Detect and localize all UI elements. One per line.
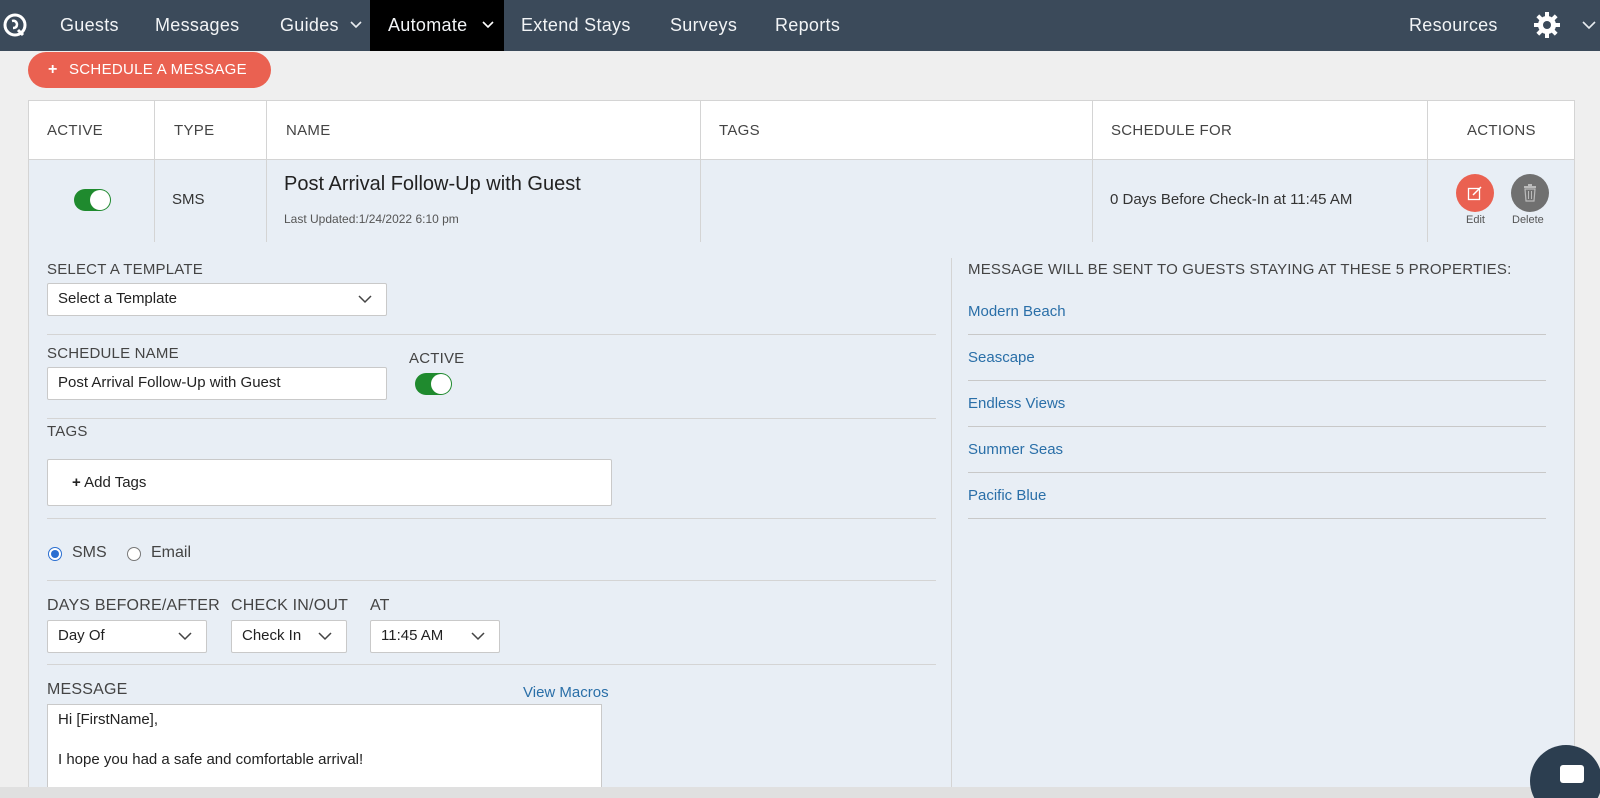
chevron-down-icon <box>482 21 494 29</box>
message-textarea[interactable]: Hi [FirstName], I hope you had a safe an… <box>47 704 602 794</box>
property-link[interactable]: Summer Seas <box>968 441 1063 458</box>
col-tags: TAGS <box>719 122 760 139</box>
template-label: SELECT A TEMPLATE <box>47 261 203 278</box>
gear-icon[interactable] <box>1533 11 1561 39</box>
logo-icon[interactable] <box>2 12 28 38</box>
message-line: Hi [FirstName], <box>58 711 159 728</box>
days-select[interactable]: Day Of <box>47 620 207 653</box>
check-label: CHECK IN/OUT <box>231 597 349 614</box>
add-tags-label: Add Tags <box>84 474 147 491</box>
schedule-name-value: Post Arrival Follow-Up with Guest <box>58 374 281 391</box>
view-macros-link[interactable]: View Macros <box>523 684 609 701</box>
table-row[interactable]: SMS Post Arrival Follow-Up with Guest La… <box>29 160 1574 242</box>
schedule-message-label: SCHEDULE A MESSAGE <box>69 61 247 78</box>
days-label: DAYS BEFORE/AFTER <box>47 597 220 614</box>
top-nav: Guests Messages Guides Automate Extend S… <box>0 0 1600 51</box>
table-header: ACTIVE TYPE NAME TAGS SCHEDULE FOR ACTIO… <box>29 101 1574 160</box>
at-select-value: 11:45 AM <box>381 627 444 644</box>
trash-icon <box>1524 184 1536 202</box>
plus-icon: + <box>72 474 81 491</box>
properties-heading: MESSAGE WILL BE SENT TO GUESTS STAYING A… <box>968 261 1512 278</box>
active-toggle[interactable] <box>74 189 111 211</box>
template-select[interactable]: Select a Template <box>47 283 387 316</box>
nav-automate-label: Automate <box>388 15 468 35</box>
days-select-value: Day Of <box>58 627 105 644</box>
nav-guides-label: Guides <box>280 15 339 35</box>
schedule-name-input[interactable]: Post Arrival Follow-Up with Guest <box>47 367 387 400</box>
email-radio-label[interactable]: Email <box>151 544 191 562</box>
nav-surveys[interactable]: Surveys <box>670 0 737 51</box>
chat-icon <box>1560 765 1584 783</box>
sms-radio-label[interactable]: SMS <box>72 544 107 562</box>
schedule-message-button[interactable]: + SCHEDULE A MESSAGE <box>28 52 271 88</box>
row-type: SMS <box>172 191 205 208</box>
chevron-down-icon[interactable] <box>1582 19 1596 31</box>
horizontal-scrollbar[interactable] <box>0 787 1600 798</box>
chevron-down-icon <box>318 632 332 641</box>
chevron-down-icon <box>350 21 362 29</box>
message-label: MESSAGE <box>47 681 128 698</box>
delete-button[interactable] <box>1511 174 1549 212</box>
chevron-down-icon <box>471 632 485 641</box>
nav-guides[interactable]: Guides <box>280 0 370 51</box>
schedule-table: ACTIVE TYPE NAME TAGS SCHEDULE FOR ACTIO… <box>28 100 1575 242</box>
plus-icon: + <box>48 61 58 78</box>
nav-messages[interactable]: Messages <box>155 0 239 51</box>
property-link[interactable]: Pacific Blue <box>968 487 1046 504</box>
add-tags-input[interactable]: + Add Tags <box>47 459 612 506</box>
edit-button[interactable] <box>1456 174 1494 212</box>
col-schedule-for: SCHEDULE FOR <box>1111 122 1233 139</box>
nav-automate[interactable]: Automate <box>370 0 504 51</box>
email-radio[interactable] <box>127 547 141 561</box>
schedule-name-label: SCHEDULE NAME <box>47 345 179 362</box>
nav-extend-stays[interactable]: Extend Stays <box>521 0 631 51</box>
nav-guests[interactable]: Guests <box>60 0 119 51</box>
check-select-value: Check In <box>242 627 302 644</box>
col-active: ACTIVE <box>47 122 103 139</box>
property-link[interactable]: Modern Beach <box>968 303 1066 320</box>
active-toggle[interactable] <box>415 373 452 395</box>
row-last-updated: Last Updated:1/24/2022 6:10 pm <box>284 212 459 226</box>
check-select[interactable]: Check In <box>231 620 347 653</box>
nav-resources[interactable]: Resources <box>1409 0 1498 51</box>
nav-reports[interactable]: Reports <box>775 0 840 51</box>
template-select-value: Select a Template <box>58 290 177 307</box>
delete-label: Delete <box>1512 214 1544 226</box>
edit-icon <box>1467 186 1482 201</box>
message-line: I hope you had a safe and comfortable ar… <box>58 751 364 768</box>
col-name: NAME <box>286 122 331 139</box>
sms-radio[interactable] <box>48 547 62 561</box>
chevron-down-icon <box>178 632 192 641</box>
property-link[interactable]: Seascape <box>968 349 1035 366</box>
col-actions: ACTIONS <box>1467 122 1536 139</box>
row-name[interactable]: Post Arrival Follow-Up with Guest <box>284 173 581 196</box>
edit-label: Edit <box>1466 214 1485 226</box>
col-type: TYPE <box>174 122 215 139</box>
schedule-detail-panel: SELECT A TEMPLATE Select a Template SCHE… <box>28 242 1575 794</box>
property-link[interactable]: Endless Views <box>968 395 1065 412</box>
active-label: ACTIVE <box>409 350 465 367</box>
at-label: AT <box>370 597 390 614</box>
row-schedule-for: 0 Days Before Check-In at 11:45 AM <box>1110 191 1353 208</box>
chevron-down-icon <box>358 295 372 304</box>
tags-label: TAGS <box>47 423 88 440</box>
at-select[interactable]: 11:45 AM <box>370 620 500 653</box>
